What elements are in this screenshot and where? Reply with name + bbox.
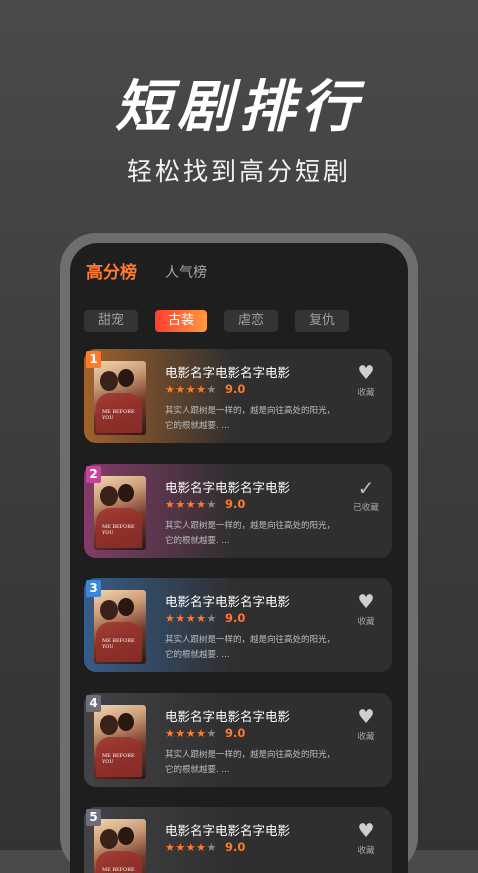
drama-description: 其实人跟树是一样的，越是向往高处的阳光，它的根就越要. ... [165,750,336,775]
favorite-label: 已收藏 [353,503,379,513]
star-icon: ★ [185,612,197,625]
hero-title: 短剧排行 [115,75,363,140]
star-icon: ★ [196,498,207,511]
ranking-card[interactable]: ME BEFORE YOU 4 电影名字电影名字电影 ★★★★★ 9.0 其实人跟树是一样… [84,693,392,787]
check-icon: ✓ [357,476,375,500]
app-screen: 高分榜 人气榜 甜宠 古装 虐恋 复仇 ME BEFORE YOU 1 电影名字电影… [70,243,408,873]
chip-abuse-romance[interactable]: 虐恋 [224,310,278,332]
star-icon: ★ [165,383,176,396]
poster-image[interactable]: ME BEFORE YOU [94,590,146,664]
poster-image[interactable]: ME BEFORE YOU [94,361,146,435]
rating-score: 9.0 [225,840,246,854]
star-icon: ★ [206,383,217,396]
rating-stars: ★★★★★ [165,727,217,740]
drama-title[interactable]: 电影名字电影名字电影 [165,477,290,496]
chip-costume[interactable]: 古装 [155,310,207,332]
poster-caption: ME BEFORE YOU [102,753,135,765]
phone-frame: 高分榜 人气榜 甜宠 古装 虐恋 复仇 ME BEFORE YOU 1 电影名字电影… [60,233,418,873]
rating-stars: ★★★★★ [165,383,217,396]
rank-badge: 4 [86,695,101,712]
star-icon: ★ [196,727,207,740]
drama-description: 其实人跟树是一样的，越是向往高处的阳光，它的根就越要. ... [165,406,336,431]
ranking-tabs: 高分榜 人气榜 [86,258,207,283]
rating-score: 9.0 [225,382,246,396]
star-icon: ★ [175,841,186,854]
favorite-label: 收藏 [357,732,375,742]
favorite-button[interactable]: ♥ 收藏 [346,592,386,627]
ranking-card[interactable]: ME BEFORE YOU 3 电影名字电影名字电影 ★★★★★ 9.0 其实人跟树是一样… [84,578,392,672]
star-icon: ★ [196,841,207,854]
star-icon: ★ [175,498,186,511]
tab-popularity[interactable]: 人气榜 [165,262,207,283]
rating-score: 9.0 [225,726,246,740]
drama-title[interactable]: 电影名字电影名字电影 [165,591,290,610]
heart-icon: ♥ [357,591,375,613]
star-icon: ★ [165,727,176,740]
favorite-button[interactable]: ✓ 已收藏 [346,478,386,513]
star-icon: ★ [165,612,176,625]
drama-title[interactable]: 电影名字电影名字电影 [165,362,290,381]
heart-icon: ♥ [357,706,375,728]
rating-stars: ★★★★★ [165,841,217,854]
drama-title[interactable]: 电影名字电影名字电影 [165,706,290,725]
drama-title[interactable]: 电影名字电影名字电影 [165,820,290,839]
ranking-card[interactable]: ME BEFORE YOU 1 电影名字电影名字电影 ★★★★★ 9.0 其实人跟树是一样… [84,349,392,443]
star-icon: ★ [165,498,176,511]
drama-description: 其实人跟树是一样的，越是向往高处的阳光，它的根就越要. ... [165,521,336,546]
poster-image[interactable]: ME BEFORE YOU [94,819,146,873]
chip-revenge[interactable]: 复仇 [295,310,349,332]
poster-caption: ME BEFORE YOU [102,409,135,421]
star-icon: ★ [175,727,186,740]
favorite-label: 收藏 [357,617,375,627]
hero-subtitle: 轻松找到高分短剧 [126,157,351,186]
rank-badge: 1 [86,351,101,368]
poster-caption: ME BEFORE YOU [102,867,135,873]
poster-image[interactable]: ME BEFORE YOU [94,705,146,779]
favorite-button[interactable]: ♥ 收藏 [346,821,386,856]
favorite-button[interactable]: ♥ 收藏 [346,707,386,742]
star-icon: ★ [206,498,217,511]
star-icon: ★ [196,612,207,625]
rating-stars: ★★★★★ [165,498,217,511]
star-icon: ★ [175,383,186,396]
rank-badge: 5 [86,809,101,826]
genre-filter: 甜宠 古装 虐恋 复仇 [84,310,366,332]
rating-score: 9.0 [225,611,246,625]
drama-description: 其实人跟树是一样的，越是向往高处的阳光，它的根就越要. ... [165,635,336,660]
star-icon: ★ [185,383,197,396]
star-icon: ★ [206,841,217,854]
ranking-card[interactable]: ME BEFORE YOU 2 电影名字电影名字电影 ★★★★★ 9.0 其实人跟树是一样… [84,464,392,558]
rating-stars: ★★★★★ [165,612,217,625]
chip-sweet-romance[interactable]: 甜宠 [84,310,138,332]
poster-image[interactable]: ME BEFORE YOU [94,476,146,550]
star-icon: ★ [165,841,176,854]
heart-icon: ♥ [357,362,375,384]
favorite-button[interactable]: ♥ 收藏 [346,363,386,398]
poster-caption: ME BEFORE YOU [102,524,135,536]
star-icon: ★ [206,612,217,625]
star-icon: ★ [185,727,197,740]
star-icon: ★ [206,727,217,740]
poster-caption: ME BEFORE YOU [102,638,135,650]
favorite-label: 收藏 [357,846,375,856]
heart-icon: ♥ [357,820,375,842]
tab-high-score[interactable]: 高分榜 [86,258,137,283]
rank-badge: 3 [86,580,101,597]
star-icon: ★ [196,383,207,396]
rating-score: 9.0 [225,497,246,511]
star-icon: ★ [185,498,197,511]
star-icon: ★ [185,841,197,854]
rank-badge: 2 [86,466,101,483]
star-icon: ★ [175,612,186,625]
ranking-card[interactable]: ME BEFORE YOU5电影名字电影名字电影★★★★★9.0♥收藏 [84,807,392,873]
favorite-label: 收藏 [357,388,375,398]
